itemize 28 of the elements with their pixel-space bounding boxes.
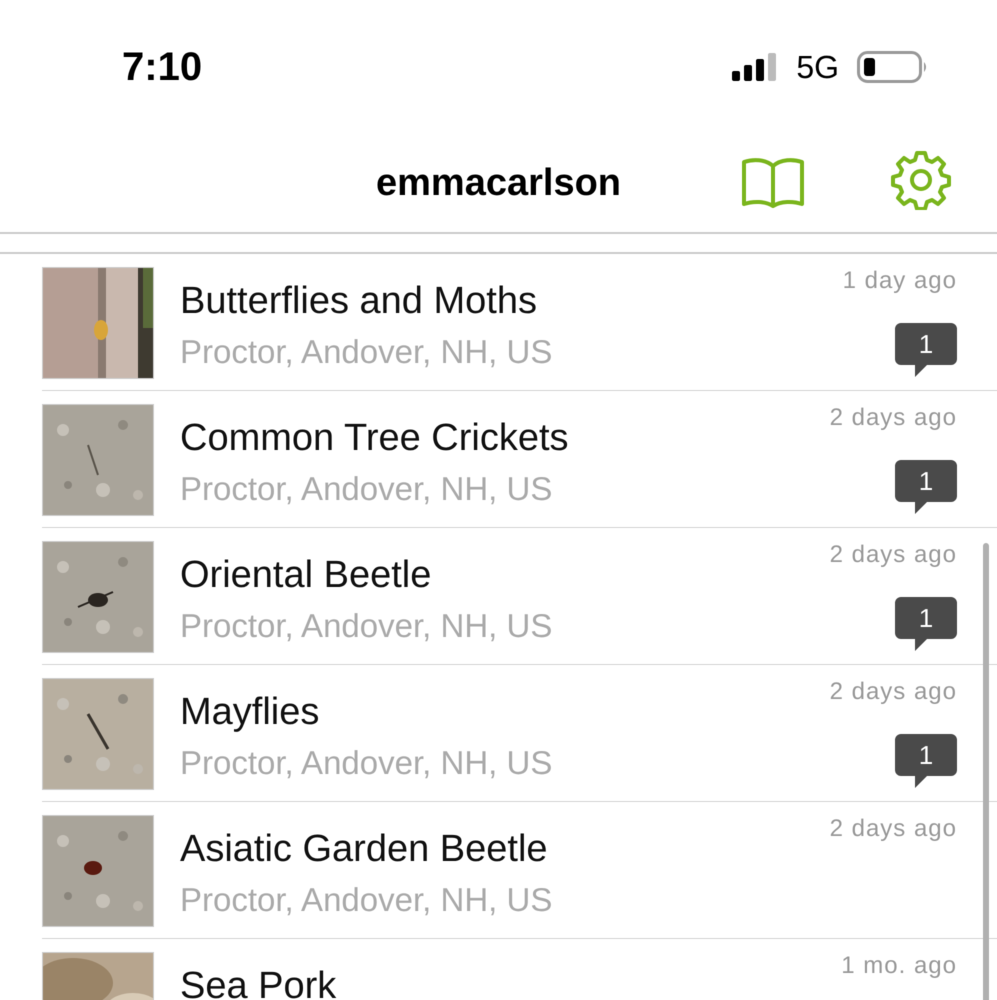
book-icon[interactable]	[741, 156, 805, 208]
observation-date: 2 days ago	[830, 815, 957, 843]
observation-title: Sea Pork	[180, 964, 338, 1000]
observation-title: Asiatic Garden Beetle	[180, 827, 549, 872]
comment-count: 1	[895, 323, 957, 377]
observation-title: Butterflies and Moths	[180, 279, 538, 324]
signal-icon	[732, 53, 778, 81]
comment-count: 1	[895, 460, 957, 514]
observation-place: Proctor, Andover, NH, US	[180, 606, 554, 646]
observation-place: Proctor, Andover, NH, US	[180, 880, 554, 920]
observation-date: 1 day ago	[842, 267, 957, 295]
observation-place: Proctor, Andover, NH, US	[180, 469, 554, 509]
status-time: 7:10	[122, 44, 202, 90]
battery-icon	[857, 51, 929, 83]
comment-count: 1	[895, 597, 957, 651]
observation-title: Mayflies	[180, 690, 320, 735]
observation-date: 2 days ago	[830, 541, 957, 569]
observation-title: Oriental Beetle	[180, 553, 432, 598]
observation-date: 2 days ago	[830, 404, 957, 432]
observation-date: 2 days ago	[830, 678, 957, 706]
network-label: 5G	[796, 48, 839, 86]
comment-count: 1	[895, 734, 957, 788]
settings-icon[interactable]	[891, 150, 951, 210]
observation-title: Common Tree Crickets	[180, 416, 570, 461]
observation-place: Proctor, Andover, NH, US	[180, 332, 554, 372]
observation-date: 1 mo. ago	[841, 952, 957, 980]
page-title: emmacarlson	[376, 162, 621, 204]
observation-place: Proctor, Andover, NH, US	[180, 743, 554, 783]
